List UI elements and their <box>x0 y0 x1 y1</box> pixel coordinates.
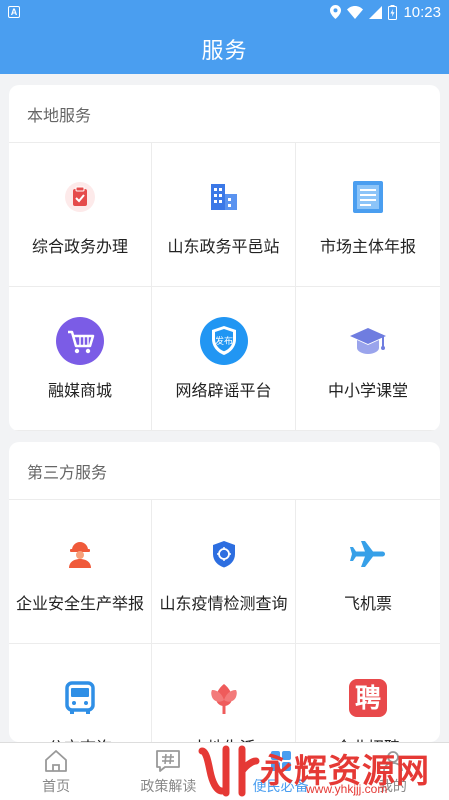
service-item-local-life[interactable]: 本地生活 <box>152 644 296 742</box>
tab-label: 首页 <box>42 777 71 794</box>
badge-text: 发布 <box>214 335 232 347</box>
graduation-cap-icon <box>344 317 392 365</box>
tab-label: 我的 <box>378 777 407 794</box>
status-time: 10:23 <box>403 3 441 21</box>
buildings-icon <box>200 173 248 221</box>
status-bar: A 10:23 <box>0 0 449 24</box>
service-item-k12-class[interactable]: 中小学课堂 <box>296 287 440 431</box>
grid-icon <box>267 748 295 774</box>
service-label: 企业安全生产举报 <box>15 595 144 613</box>
service-label: 山东疫情检测查询 <box>159 595 288 613</box>
signal-icon <box>369 5 383 19</box>
service-label: 中小学课堂 <box>327 382 408 400</box>
home-icon <box>42 748 70 774</box>
service-label: 市场主体年报 <box>319 238 416 256</box>
tab-policy[interactable]: 政策解读 <box>112 743 224 800</box>
clipboard-check-icon <box>56 173 104 221</box>
virus-shield-icon <box>200 530 248 578</box>
service-item-shandong-gov[interactable]: 山东政务平邑站 <box>152 143 296 287</box>
service-label: 网络辟谣平台 <box>175 382 272 400</box>
tulip-icon <box>200 674 248 722</box>
tab-home[interactable]: 首页 <box>0 743 112 800</box>
tab-convenience[interactable]: 便民必备 <box>225 743 337 800</box>
page-title: 服务 <box>201 38 248 63</box>
service-label: 融媒商城 <box>47 382 112 400</box>
recruit-icon: 聘 <box>344 674 392 722</box>
service-item-air-ticket[interactable]: 飞机票 <box>296 500 440 644</box>
worker-icon <box>56 530 104 578</box>
service-label: 本地生活 <box>191 734 255 743</box>
service-label: 公交查询 <box>48 734 112 743</box>
local-services-card: 本地服务 综合政务办理 山东政务平邑站 市场主体年报 融媒商城 发布 网络辟谣平… <box>9 85 440 431</box>
tab-label: 政策解读 <box>140 777 197 794</box>
notification-icon: A <box>8 6 20 18</box>
service-label: 综合政务办理 <box>31 238 128 256</box>
tab-mine[interactable]: 我的 <box>337 743 449 800</box>
service-label: 飞机票 <box>343 595 392 613</box>
service-item-annual-report[interactable]: 市场主体年报 <box>296 143 440 287</box>
service-item-comprehensive-affairs[interactable]: 综合政务办理 <box>9 143 152 287</box>
service-item-media-mall[interactable]: 融媒商城 <box>9 287 152 431</box>
document-icon <box>344 173 392 221</box>
section-title: 本地服务 <box>9 85 440 143</box>
user-icon <box>379 748 407 774</box>
hashtag-icon <box>154 748 182 774</box>
section-title: 第三方服务 <box>9 442 440 500</box>
location-icon <box>330 5 342 19</box>
bottom-tab-bar: 首页 政策解读 便民必备 我的 <box>0 742 449 800</box>
title-bar: 服务 <box>0 24 449 74</box>
service-item-recruitment[interactable]: 聘 企业招聘 <box>296 644 440 742</box>
shopping-cart-icon <box>56 316 104 365</box>
service-item-safety-report[interactable]: 企业安全生产举报 <box>9 500 152 644</box>
airplane-icon <box>344 530 392 578</box>
tab-label: 便民必备 <box>252 777 309 794</box>
service-item-epidemic-query[interactable]: 山东疫情检测查询 <box>152 500 296 644</box>
wifi-icon <box>347 5 364 19</box>
service-item-bus-query[interactable]: 公交查询 <box>9 644 152 742</box>
service-item-rumor-platform[interactable]: 发布 网络辟谣平台 <box>152 287 296 431</box>
service-label: 山东政务平邑站 <box>167 238 280 256</box>
bus-icon <box>56 674 104 722</box>
third-party-services-card: 第三方服务 企业安全生产举报 山东疫情检测查询 飞机票 公交查询 <box>9 442 440 742</box>
shield-badge-icon: 发布 <box>199 316 248 365</box>
badge-text: 聘 <box>355 684 381 714</box>
battery-icon <box>388 4 398 20</box>
service-label: 企业招聘 <box>336 734 400 743</box>
